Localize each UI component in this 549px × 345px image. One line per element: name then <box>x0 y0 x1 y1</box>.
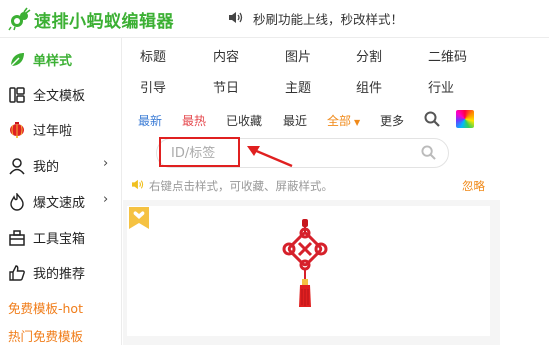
sidebar-item-mine[interactable]: 我的 › <box>8 156 108 175</box>
chevron-right-icon: › <box>103 192 109 207</box>
ant-logo-icon <box>8 7 32 31</box>
thumbs-up-icon <box>8 264 26 282</box>
sidebar-item-label: 我的 <box>33 160 60 175</box>
category-festival[interactable]: 节日 <box>213 77 239 96</box>
user-icon <box>8 157 26 175</box>
arrow-icon <box>244 142 294 172</box>
hot-free-template-link[interactable]: 热门免费模板 <box>8 326 83 345</box>
speaker-icon <box>131 179 144 193</box>
sidebar-item-full-template[interactable]: 全文模板 <box>8 85 85 104</box>
category-industry[interactable]: 行业 <box>428 77 454 96</box>
chevron-right-icon: › <box>103 156 109 171</box>
category-title[interactable]: 标题 <box>140 46 166 65</box>
sidebar-item-label: 过年啦 <box>33 124 73 139</box>
category-component[interactable]: 组件 <box>356 77 382 96</box>
category-image[interactable]: 图片 <box>285 46 311 65</box>
category-qrcode[interactable]: 二维码 <box>428 46 467 65</box>
category-divider[interactable]: 分割 <box>356 46 382 65</box>
filter-more[interactable]: 更多 <box>380 112 404 129</box>
speaker-icon <box>228 11 243 27</box>
search-icon[interactable] <box>421 145 436 164</box>
app-title: 速排小蚂蚁编辑器 <box>34 11 174 32</box>
filter-newest[interactable]: 最新 <box>138 112 162 129</box>
leaf-icon <box>8 51 26 69</box>
top-bar: 速排小蚂蚁编辑器 秒刷功能上线，秒改样式！ <box>0 0 549 38</box>
chinese-knot-icon <box>280 219 330 318</box>
tip-text: 右键点击样式，可收藏、屏蔽样式。 <box>149 179 333 193</box>
ignore-link[interactable]: 忽略 <box>462 178 485 194</box>
sidebar-item-label: 工具宝箱 <box>33 232 86 247</box>
layout-icon <box>8 86 26 104</box>
sidebar-item-label: 我的推荐 <box>33 267 86 282</box>
sidebar-item-single-style[interactable]: 单样式 <box>8 50 72 69</box>
search-icon[interactable] <box>424 111 440 127</box>
sidebar-item-new-year[interactable]: 过年啦 <box>8 120 72 139</box>
category-theme[interactable]: 主题 <box>285 77 311 96</box>
free-template-hot-link[interactable]: 免费模板-hot <box>8 298 83 317</box>
toolbox-icon <box>8 229 26 247</box>
filter-all[interactable]: 全部 ▼ <box>327 112 360 129</box>
category-guide[interactable]: 引导 <box>140 77 166 96</box>
sidebar-item-toolbox[interactable]: 工具宝箱 <box>8 228 85 247</box>
notice-text: 秒刷功能上线，秒改样式！ <box>253 12 404 27</box>
filter-all-label: 全部 <box>327 114 352 128</box>
fire-icon <box>8 192 26 211</box>
app-logo[interactable]: 速排小蚂蚁编辑器 <box>8 6 174 32</box>
favorite-badge-icon[interactable] <box>129 207 149 229</box>
highlight-box <box>159 137 240 167</box>
filter-hottest[interactable]: 最热 <box>182 112 206 129</box>
lantern-icon <box>8 121 26 139</box>
sidebar-item-viral-article[interactable]: 爆文速成 › <box>8 192 108 211</box>
category-content[interactable]: 内容 <box>213 46 239 65</box>
filter-recent[interactable]: 最近 <box>283 112 307 129</box>
color-palette-icon[interactable] <box>456 110 474 128</box>
sidebar-item-label: 单样式 <box>33 54 73 69</box>
sidebar-item-my-recommend[interactable]: 我的推荐 <box>8 263 85 282</box>
caret-down-icon: ▼ <box>354 118 361 127</box>
notice-bar[interactable]: 秒刷功能上线，秒改样式！ <box>228 9 403 28</box>
right-margin <box>500 38 549 345</box>
sidebar-item-label: 爆文速成 <box>33 196 86 211</box>
tip-bar: 右键点击样式，可收藏、屏蔽样式。 <box>131 178 333 194</box>
sidebar-item-label: 全文模板 <box>33 89 86 104</box>
filter-saved[interactable]: 已收藏 <box>226 112 262 129</box>
